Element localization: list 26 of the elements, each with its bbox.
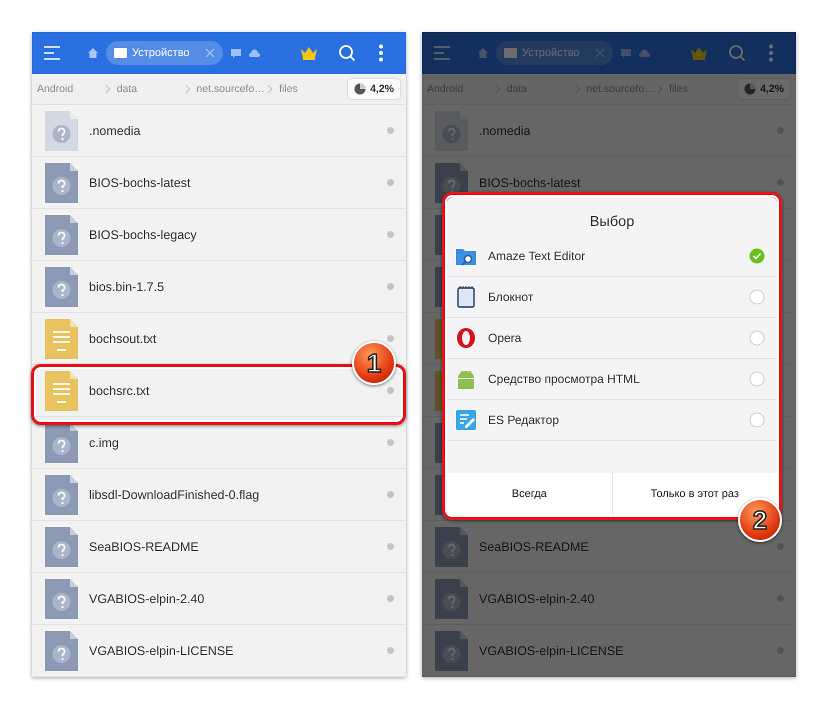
tab-label: Устройство bbox=[132, 47, 190, 59]
file-name: BIOS-bochs-legacy bbox=[89, 228, 198, 242]
file-name: .nomedia bbox=[479, 124, 532, 138]
tab-label: Устройство bbox=[522, 47, 580, 59]
file-name: SeaBIOS-README bbox=[479, 540, 590, 554]
file-name: bochsout.txt bbox=[89, 332, 158, 346]
storage-usage: 4,2% bbox=[760, 83, 784, 95]
file-name: libsdl-DownloadFinished-0.flag bbox=[89, 488, 260, 502]
file-name: VGABIOS-elpin-2.40 bbox=[479, 592, 596, 606]
app-name: Средство просмотра HTML bbox=[488, 372, 641, 386]
app-name: Opera bbox=[488, 331, 522, 345]
file-name: SeaBIOS-README bbox=[89, 540, 200, 554]
storage-usage: 4,2% bbox=[370, 83, 394, 95]
app-name: Amaze Text Editor bbox=[488, 249, 586, 263]
file-name: VGABIOS-elpin-2.40 bbox=[89, 592, 206, 606]
file-name: VGABIOS-elpin-LICENSE bbox=[479, 644, 624, 658]
file-name: BIOS-bochs-latest bbox=[89, 176, 192, 190]
app-name: ES Редактор bbox=[488, 413, 560, 427]
file-name: BIOS-bochs-latest bbox=[479, 176, 582, 190]
file-name: .nomedia bbox=[89, 124, 142, 138]
file-name: bochsrc.txt bbox=[89, 384, 150, 398]
file-name: bios.bin-1.7.5 bbox=[89, 280, 166, 294]
dialog-title: Выбор bbox=[588, 213, 636, 232]
app-name: Блокнот bbox=[488, 290, 534, 304]
file-name: VGABIOS-elpin-LICENSE bbox=[89, 644, 234, 658]
file-name: c.img bbox=[89, 436, 120, 450]
